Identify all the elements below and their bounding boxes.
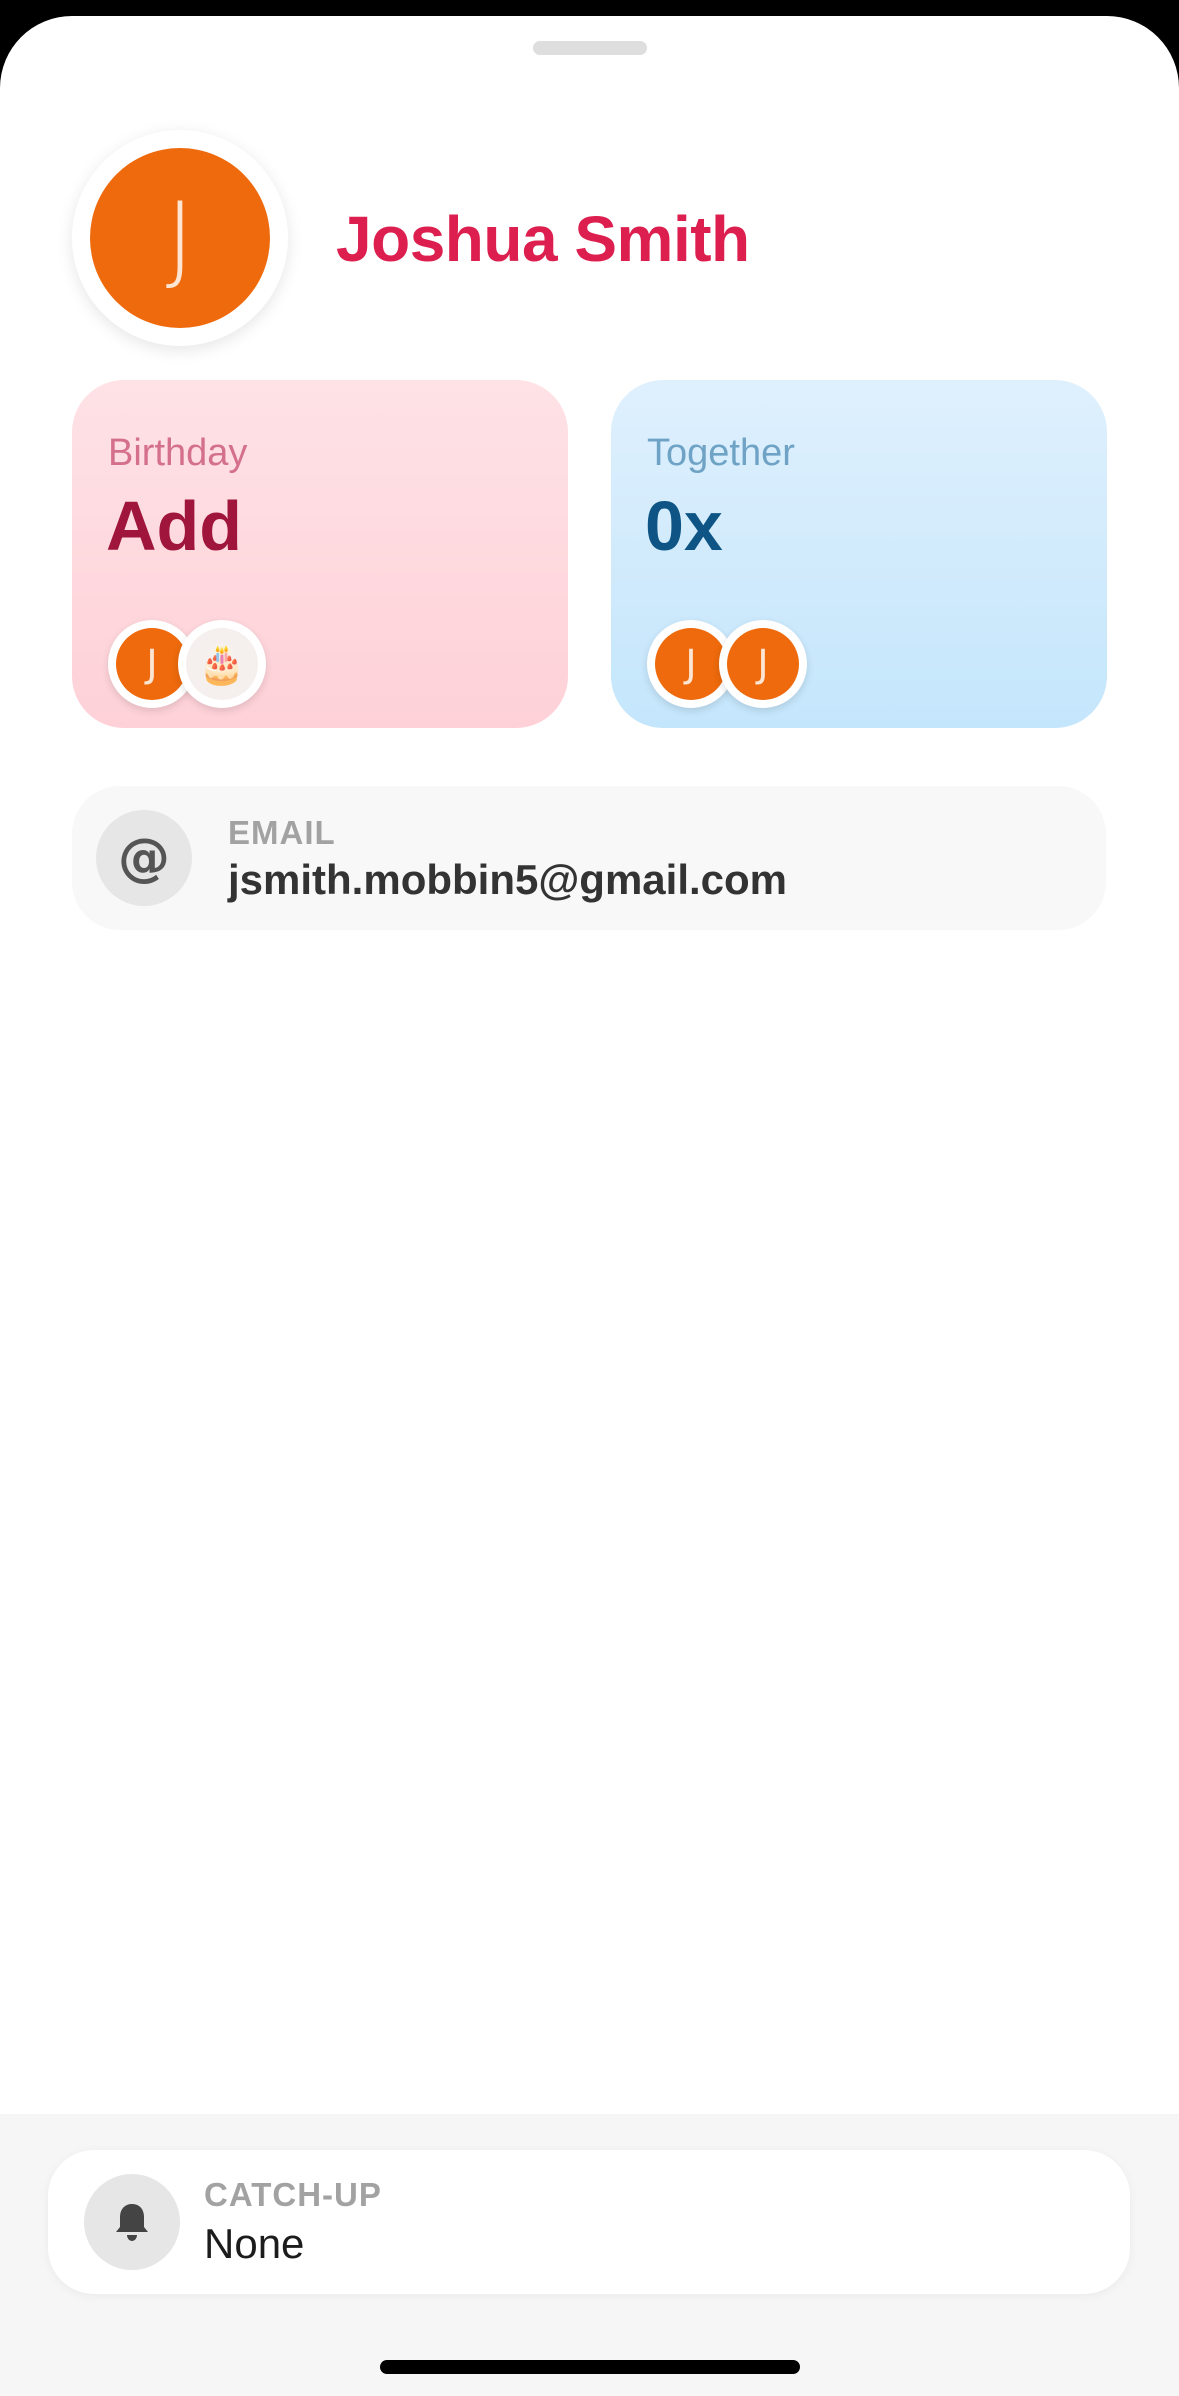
bell-icon: [84, 2174, 180, 2270]
catchup-value: None: [204, 2220, 305, 2267]
avatar-initial: J: [655, 628, 727, 700]
email-label: EMAIL: [228, 814, 336, 851]
together-card[interactable]: Together 0x J J: [611, 380, 1107, 728]
cake-icon: 🎂: [178, 620, 266, 708]
avatar: J: [719, 620, 807, 708]
catchup-row[interactable]: CATCH-UP None: [48, 2150, 1130, 2294]
together-label: Together: [647, 432, 795, 474]
birthday-value: Add: [106, 487, 243, 565]
cake-glyph: 🎂: [186, 628, 258, 700]
avatar-initial: J: [727, 628, 799, 700]
catchup-label: CATCH-UP: [204, 2176, 382, 2213]
contact-sheet: J Joshua Smith Birthday Add J 🎂 Together…: [0, 16, 1179, 2396]
bell-icon-svg: [116, 2204, 148, 2241]
bottom-bar: CATCH-UP None: [0, 2114, 1179, 2396]
at-sign-icon: @: [96, 810, 192, 906]
at-glyph: @: [118, 828, 170, 888]
birthday-card[interactable]: Birthday Add J 🎂: [72, 380, 568, 728]
contact-name[interactable]: Joshua Smith: [336, 202, 750, 276]
together-value: 0x: [645, 487, 723, 565]
email-row[interactable]: @ EMAIL jsmith.mobbin5@gmail.com: [72, 786, 1106, 930]
sheet-grabber[interactable]: [533, 41, 647, 55]
birthday-label: Birthday: [108, 432, 248, 474]
email-value: jsmith.mobbin5@gmail.com: [228, 856, 788, 903]
avatar-initial: J: [90, 148, 270, 328]
profile-avatar[interactable]: J: [72, 130, 288, 346]
home-indicator: [380, 2360, 800, 2374]
